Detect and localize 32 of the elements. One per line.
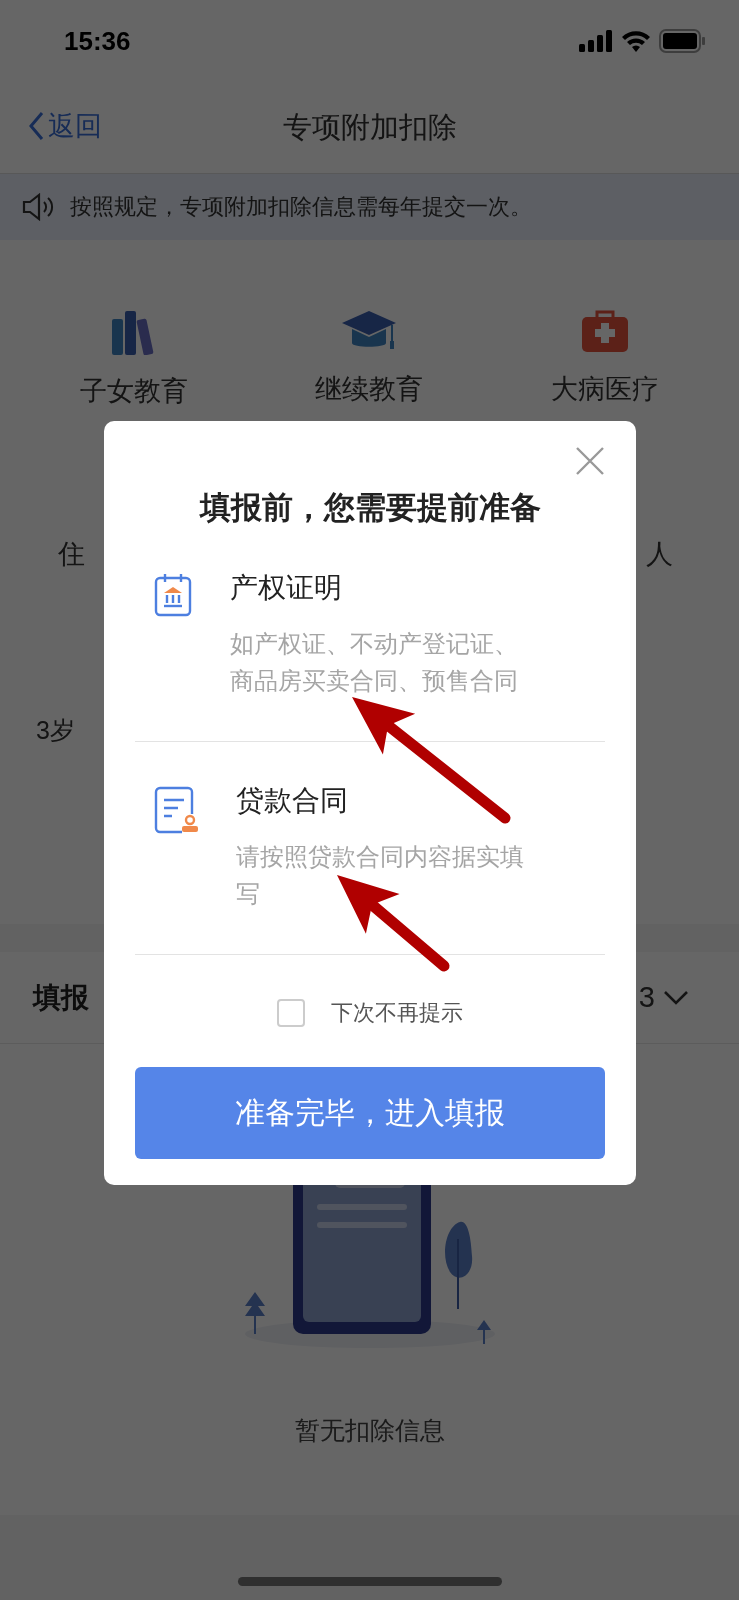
item-description: 请按照贷款合同内容据实填写 (236, 842, 525, 909)
signal-icon (579, 30, 613, 52)
checkbox-label: 下次不再提示 (331, 999, 463, 1027)
category-button[interactable]: 大病医疗 (487, 308, 723, 410)
category-label: 住 (58, 538, 85, 571)
category-label: 人 (646, 538, 673, 571)
item-title: 贷款合同 (236, 784, 349, 818)
back-button[interactable]: 返回 (28, 108, 102, 144)
records-title: 填报 (33, 980, 89, 1015)
medical-kit-icon (581, 309, 630, 353)
page-title: 专项附加扣除 (282, 109, 457, 145)
item-description: 如产权证、不动产登记证、商品房买卖合同、预售合同 (230, 629, 519, 696)
calendar-bank-icon (154, 573, 192, 617)
speaker-icon (22, 193, 56, 221)
wifi-icon (621, 30, 651, 52)
chevron-down-icon (663, 989, 689, 1006)
category-button[interactable]: 继续教育 (251, 308, 488, 410)
home-indicator[interactable] (237, 1577, 502, 1586)
year-selector[interactable]: 3 (632, 980, 695, 1015)
close-icon (574, 445, 606, 477)
hint-text: 3岁 (36, 716, 75, 744)
dialog-title: 填报前，您需要提前准备 (198, 489, 542, 527)
document-stamp-icon (154, 786, 198, 834)
item-title: 产权证明 (230, 571, 343, 605)
battery-icon (659, 29, 705, 53)
checkbox[interactable] (277, 999, 305, 1027)
back-chevron-icon (28, 111, 44, 141)
confirm-button[interactable]: 准备完毕，进入填报 (135, 1067, 605, 1159)
notice-text: 按照规定，专项附加扣除信息需每年提交一次。 (70, 193, 532, 221)
category-button[interactable]: 子女教育 (16, 308, 252, 410)
empty-message: 暂无扣除信息 (294, 1415, 445, 1446)
status-time: 15:36 (64, 25, 131, 57)
